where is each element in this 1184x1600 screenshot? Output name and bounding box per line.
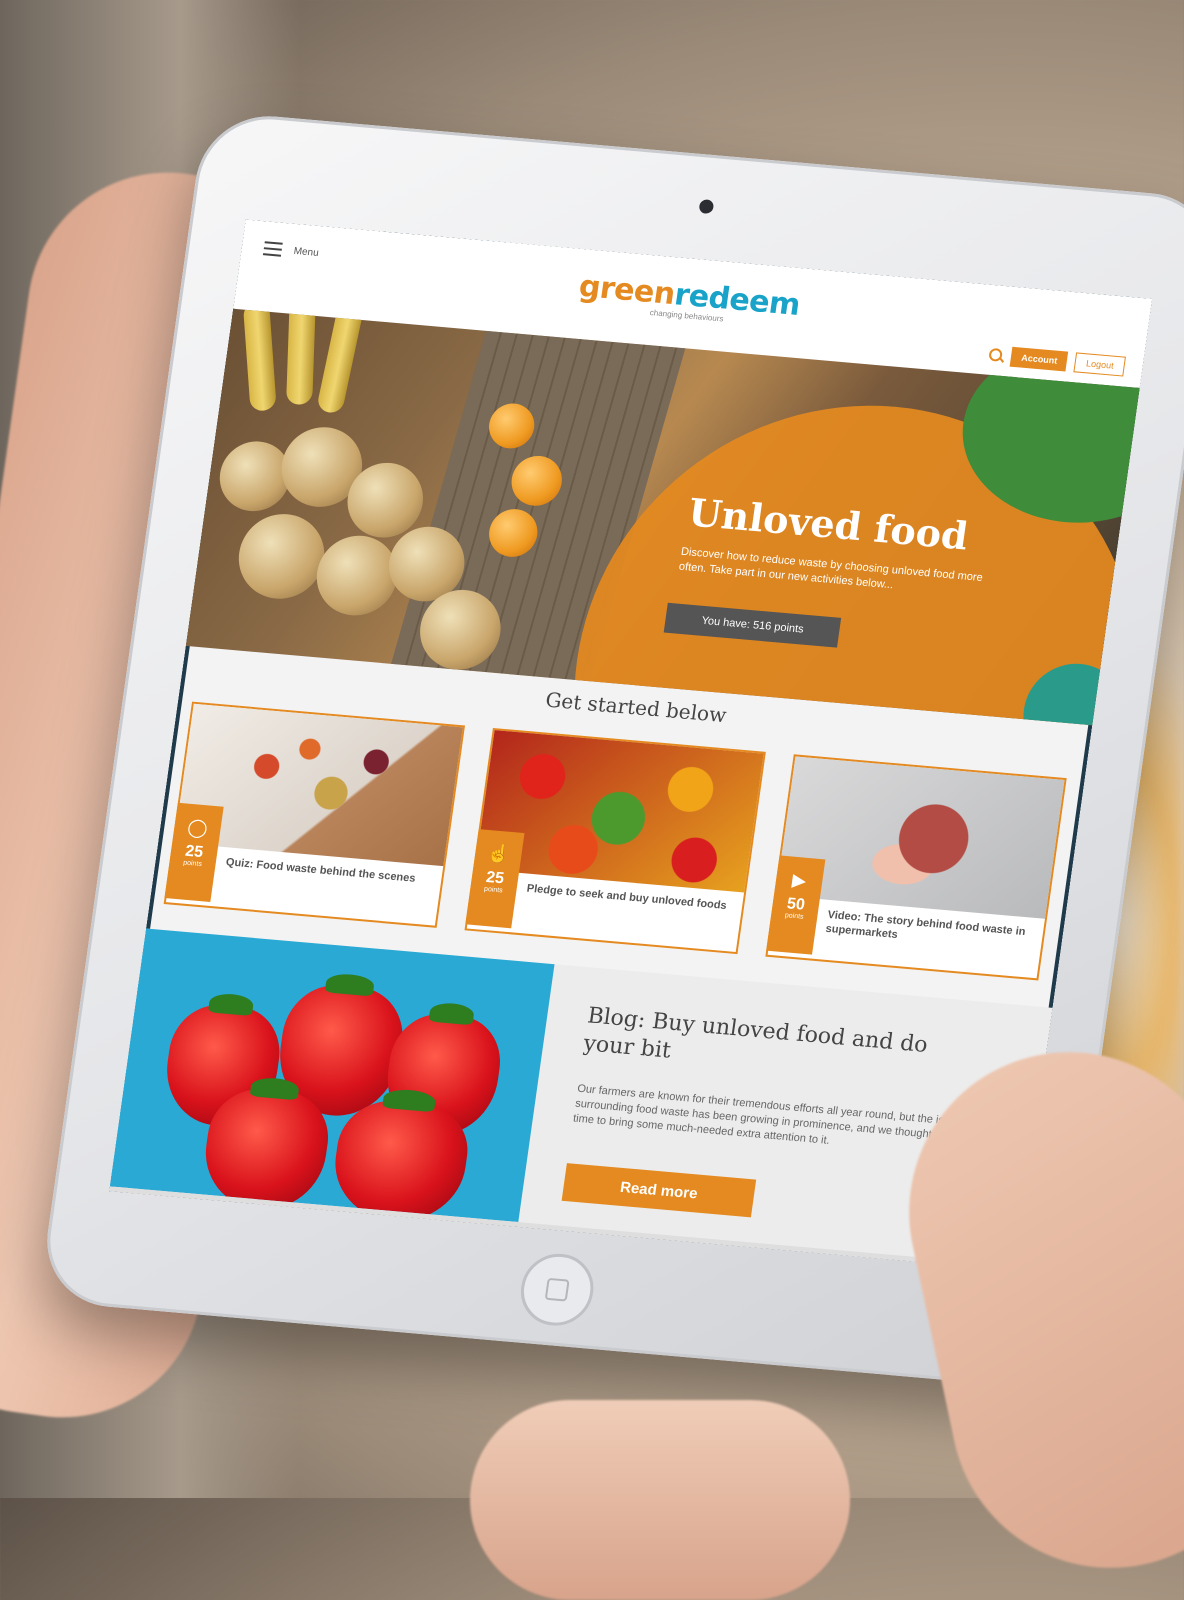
activity-card-quiz[interactable]: ◯ 25 points Quiz: Food waste behind the … <box>163 701 466 928</box>
activity-card-video[interactable]: ▶ 50 points Video: The story behind food… <box>765 754 1067 981</box>
redeem-label: Redeem your points code here: <box>138 1249 251 1269</box>
hamburger-icon <box>262 241 283 257</box>
camera-icon <box>698 199 715 215</box>
banana-image <box>242 308 277 413</box>
thumbs-up-icon: ☝ <box>486 843 512 865</box>
lightbulb-icon: ◯ <box>186 816 209 839</box>
site-logo[interactable]: greenredeem changing behaviours <box>576 269 802 330</box>
home-button[interactable] <box>516 1250 599 1329</box>
account-button[interactable]: Account <box>1010 346 1069 372</box>
points-badge: ☝ 25 points <box>465 829 525 929</box>
logout-button[interactable]: Logout <box>1073 352 1126 377</box>
onion-image <box>311 532 403 619</box>
claim-points-button[interactable]: Claim Your Points <box>329 1259 416 1271</box>
onion-image <box>233 510 330 603</box>
strawberry-image <box>327 1096 474 1223</box>
banana-image <box>286 308 316 405</box>
search-icon[interactable] <box>989 348 1005 363</box>
redeem-code-input[interactable] <box>255 1251 326 1271</box>
play-icon: ▶ <box>790 869 808 891</box>
points-badge: ◯ 25 points <box>164 802 224 902</box>
menu-button[interactable]: Menu <box>262 241 320 260</box>
activity-card-pledge[interactable]: ☝ 25 points Pledge to seek and buy unlov… <box>464 727 766 955</box>
redeem-bar: Redeem your points code here: Claim Your… <box>120 1223 488 1271</box>
points-badge: ▶ 50 points <box>766 855 826 955</box>
nav-actions: Account Logout <box>988 345 1126 377</box>
strawberries-image <box>109 928 555 1223</box>
menu-label: Menu <box>292 245 320 259</box>
bottom-hand <box>470 1400 850 1600</box>
banana-image <box>315 308 365 415</box>
